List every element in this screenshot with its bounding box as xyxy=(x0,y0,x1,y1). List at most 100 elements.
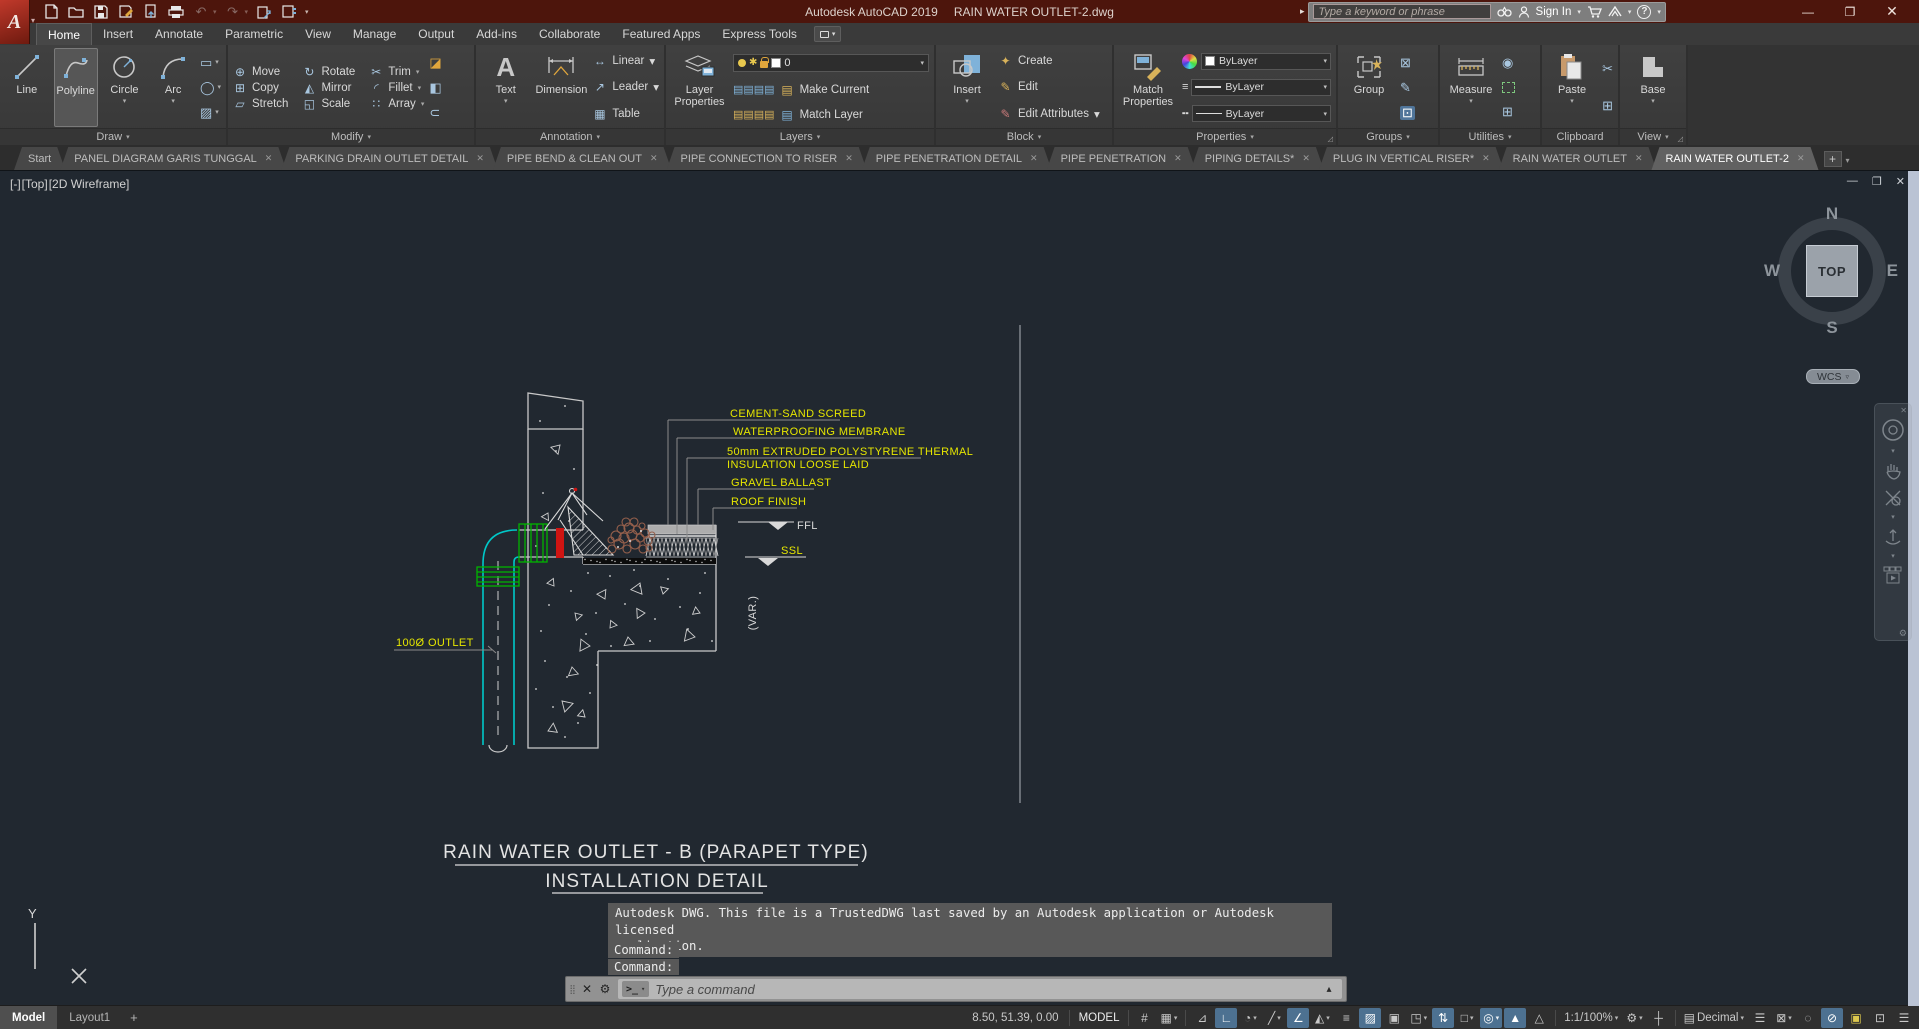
model-tab[interactable]: Model xyxy=(0,1006,57,1029)
file-tab-plug-in-vertical-riser-[interactable]: PLUG IN VERTICAL RISER*✕ xyxy=(1319,147,1504,170)
drawing-title-line1[interactable]: RAIN WATER OUTLET - B (PARAPET TYPE) xyxy=(443,842,869,863)
drawing-canvas[interactable]: [-] [Top] [2D Wireframe] — ❐ ✕ xyxy=(0,170,1919,1005)
stretch-tool[interactable]: ▱Stretch xyxy=(233,97,288,111)
panel-label-draw[interactable]: Draw▾ xyxy=(0,128,226,145)
copy-tool[interactable]: ⊞Copy xyxy=(233,81,288,95)
viewport-view-control[interactable]: [Top] xyxy=(22,177,48,191)
help-caret-icon[interactable]: ▾ xyxy=(1657,8,1661,16)
label-roof-finish[interactable]: ROOF FINISH xyxy=(731,496,806,508)
status-workspace-switching[interactable]: ⚙▾ xyxy=(1623,1008,1645,1028)
status-ortho-mode[interactable]: ∟ xyxy=(1215,1008,1237,1028)
create-block-tool[interactable]: ✦Create xyxy=(998,54,1100,68)
status-3d-object-snap[interactable]: ◳▾ xyxy=(1407,1008,1430,1028)
command-close-icon[interactable]: ✕ xyxy=(578,982,596,996)
label-outlet[interactable]: 100Ø OUTLET xyxy=(396,637,474,649)
edit-attributes-tool[interactable]: ✎Edit Attributes▾ xyxy=(998,107,1100,121)
status-units[interactable]: ▤Decimal▾ xyxy=(1681,1008,1747,1028)
panel-label-groups[interactable]: Groups▾ xyxy=(1338,128,1438,145)
status-quick-properties[interactable]: ☰ xyxy=(1749,1008,1771,1028)
quick-calculator-tool[interactable]: ⊞ xyxy=(1502,105,1515,119)
quick-select-tool[interactable]: ◉ xyxy=(1502,56,1515,70)
group-selection-toggle[interactable]: ⊡ xyxy=(1400,106,1415,120)
command-history-toggle-icon[interactable]: ▴ xyxy=(1320,984,1338,995)
status-lock-ui[interactable]: ⊠▾ xyxy=(1773,1008,1795,1028)
file-tab-pipe-bend-clean-out[interactable]: PIPE BEND & CLEAN OUT✕ xyxy=(493,147,672,170)
command-line[interactable]: ⣿ ✕ ⚙ >_▾ ▴ xyxy=(565,976,1347,1002)
mirror-tool[interactable]: ◭Mirror xyxy=(302,81,355,95)
make-current-tool[interactable]: ▤▤▤▤ ▤ Make Current xyxy=(733,83,929,97)
hatch-tool[interactable]: ▨▾ xyxy=(200,106,221,120)
rotate-tool[interactable]: ↻Rotate xyxy=(302,65,355,79)
status-hardware-acceleration[interactable]: ⊘ xyxy=(1821,1008,1843,1028)
ribbon-tab-insert[interactable]: Insert xyxy=(92,23,144,45)
wcs-dropdown[interactable]: WCS▿ xyxy=(1806,369,1860,384)
file-tab-piping-details-[interactable]: PIPING DETAILS*✕ xyxy=(1191,147,1324,170)
navbar-close-icon[interactable]: ✕ xyxy=(1900,406,1907,415)
file-tab-pipe-penetration[interactable]: PIPE PENETRATION✕ xyxy=(1047,147,1196,170)
match-properties-button[interactable]: Match Properties xyxy=(1119,48,1177,127)
ribbon-tab-collaborate[interactable]: Collaborate xyxy=(528,23,611,45)
insert-button[interactable]: Insert ▾ xyxy=(941,48,993,127)
base-flyout-caret-icon[interactable]: ▾ xyxy=(1651,99,1655,105)
status-infer-constraints[interactable]: ⊿ xyxy=(1191,1008,1213,1028)
file-tab-overflow-caret-icon[interactable]: ▾ xyxy=(1846,156,1850,165)
status-clean-screen[interactable]: ⊡ xyxy=(1869,1008,1891,1028)
status-selection-cycling[interactable]: ▣ xyxy=(1383,1008,1405,1028)
new-drawing-tab-button[interactable]: + xyxy=(1824,151,1842,167)
save-as-icon[interactable] xyxy=(117,3,135,20)
table-tool[interactable]: ▦Table xyxy=(592,107,659,121)
lineweight-dropdown[interactable]: ByLayer▾ xyxy=(1191,79,1331,96)
help-icon[interactable]: ? xyxy=(1637,5,1651,19)
pan-hand-icon[interactable] xyxy=(1883,461,1903,481)
scale-tool[interactable]: ◱Scale xyxy=(302,97,355,111)
arc-flyout-caret-icon[interactable]: ▾ xyxy=(171,99,175,105)
linear-tool[interactable]: ↔Linear▾ xyxy=(592,54,659,68)
status-annotation-visibility[interactable]: ▲ xyxy=(1504,1008,1526,1028)
outlet-strainer[interactable] xyxy=(545,488,613,555)
linetype-dropdown[interactable]: ByLayer▾ xyxy=(1192,105,1331,122)
qat-more-caret-icon[interactable]: ▾ xyxy=(305,8,309,16)
model-space-indicator[interactable]: MODEL xyxy=(1069,1010,1130,1026)
file-tab-close-icon[interactable]: ✕ xyxy=(845,153,853,164)
status-object-snap[interactable]: ◭▾ xyxy=(1311,1008,1333,1028)
group-edit-tool[interactable]: ✎ xyxy=(1400,81,1415,95)
viewcube[interactable]: N S W E TOP xyxy=(1768,207,1896,335)
redo-icon[interactable]: ↷ xyxy=(224,3,242,20)
file-tab-pipe-penetration-detail[interactable]: PIPE PENETRATION DETAIL✕ xyxy=(862,147,1052,170)
window-minimize-button[interactable]: — xyxy=(1787,0,1829,23)
plot-preview-icon[interactable] xyxy=(255,3,273,20)
autodesk-360-icon[interactable] xyxy=(1608,6,1622,17)
file-tab-rain-water-outlet-2[interactable]: RAIN WATER OUTLET-2✕ xyxy=(1651,147,1818,170)
viewcube-west[interactable]: W xyxy=(1764,261,1780,281)
undo-caret-icon[interactable]: ▾ xyxy=(213,8,217,16)
ribbon-tab-view[interactable]: View xyxy=(294,23,342,45)
file-tab-parking-drain-outlet-detail[interactable]: PARKING DRAIN OUTLET DETAIL✕ xyxy=(281,147,498,170)
label-ffl[interactable]: FFL xyxy=(797,520,818,532)
window-close-button[interactable]: ✕ xyxy=(1871,0,1913,23)
view-dialog-launcher-icon[interactable]: ◿ xyxy=(1678,135,1683,143)
properties-dialog-launcher-icon[interactable]: ◿ xyxy=(1328,135,1333,143)
status-dynamic-ucs[interactable]: ⇅ xyxy=(1432,1008,1454,1028)
ungroup-tool[interactable]: ⊠ xyxy=(1400,56,1415,70)
label-insulation-line2[interactable]: INSULATION LOOSE LAID xyxy=(727,459,869,471)
navbar-settings-icon[interactable]: ⚙ xyxy=(1899,628,1907,639)
file-tab-close-icon[interactable]: ✕ xyxy=(1302,153,1310,164)
ucs-icon[interactable] xyxy=(35,923,86,983)
panel-label-modify[interactable]: Modify▾ xyxy=(228,128,474,145)
window-maximize-button[interactable]: ❐ xyxy=(1829,0,1871,23)
print-icon[interactable] xyxy=(167,3,185,20)
layout1-tab[interactable]: Layout1 xyxy=(57,1006,122,1029)
new-file-icon[interactable] xyxy=(42,3,60,20)
viewcube-east[interactable]: E xyxy=(1887,261,1898,281)
text-flyout-caret-icon[interactable]: ▾ xyxy=(504,99,508,105)
outlet-pipe[interactable] xyxy=(477,524,583,752)
measure-flyout-caret-icon[interactable]: ▾ xyxy=(1469,99,1473,105)
match-layer-tool[interactable]: ▤▤▤▤ ▤ Match Layer xyxy=(733,108,929,122)
infocenter-collapse-icon[interactable]: ▸ xyxy=(1300,6,1305,17)
status-snap-mode[interactable]: ▦▾ xyxy=(1157,1008,1180,1028)
edit-block-tool[interactable]: ✎Edit xyxy=(998,80,1100,94)
array-tool[interactable]: ∷Array▾ xyxy=(369,97,424,111)
label-var[interactable]: (VAR.) xyxy=(747,596,759,631)
measure-button[interactable]: Measure ▾ xyxy=(1445,48,1497,127)
viewport-visual-style-control[interactable]: [2D Wireframe] xyxy=(49,177,130,191)
